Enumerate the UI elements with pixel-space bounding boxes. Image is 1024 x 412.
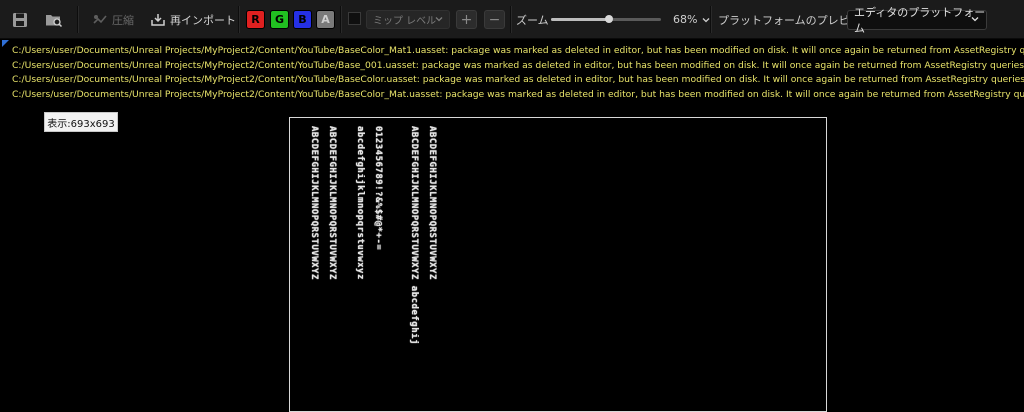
log-line: C:/Users/user/Documents/Unreal Projects/… bbox=[12, 74, 1024, 85]
texture-text-column: ABCDEFGHIJKLMNOPQRSTUVWXYZ bbox=[327, 126, 337, 280]
toolbar-separator bbox=[238, 6, 240, 33]
platform-preview-value: エディタのプラットフォーム bbox=[854, 6, 986, 35]
reimport-icon bbox=[151, 14, 165, 26]
alpha-channel-button[interactable]: A bbox=[316, 10, 335, 29]
zoom-label: ズーム bbox=[516, 13, 549, 27]
log-line: C:/Users/user/Documents/Unreal Projects/… bbox=[12, 59, 1024, 71]
compress-label: 圧縮 bbox=[112, 13, 134, 27]
texture-text-column: ABCDEFGHIJKLMNOPQRSTUVWXYZ abcdefghij bbox=[409, 126, 419, 345]
zoom-out-button[interactable]: − bbox=[484, 10, 505, 29]
mip-level-dropdown[interactable]: ミップ レベル bbox=[366, 10, 450, 29]
platform-preview-dropdown[interactable]: エディタのプラットフォーム bbox=[847, 6, 987, 35]
zoom-slider-thumb[interactable] bbox=[605, 15, 614, 23]
compress-button[interactable]: 圧縮 bbox=[92, 0, 134, 39]
compress-icon bbox=[93, 14, 107, 24]
chevron-down-icon bbox=[435, 17, 443, 22]
folder-search-icon[interactable] bbox=[43, 9, 65, 31]
reimport-label: 再インポート bbox=[170, 13, 236, 27]
mip-level-checkbox[interactable] bbox=[348, 12, 361, 25]
zoom-value: 68% bbox=[673, 13, 698, 26]
save-icon[interactable] bbox=[9, 9, 31, 31]
green-channel-button[interactable]: G bbox=[270, 10, 289, 29]
viewport-corner-marker bbox=[2, 40, 9, 47]
texture-text-column: ABCDEFGHIJKLMNOPQRSTUVWXYZ bbox=[427, 126, 437, 280]
toolbar-separator bbox=[340, 6, 342, 33]
texture-preview: ABCDEFGHIJKLMNOPQRSTUVWXYZ ABCDEFGHIJKLM… bbox=[289, 117, 827, 412]
mip-level-label: ミップ レベル bbox=[373, 16, 437, 27]
message-log: C:/Users/user/Documents/Unreal Projects/… bbox=[12, 44, 1024, 102]
red-channel-button[interactable]: R bbox=[246, 10, 265, 29]
texture-viewport[interactable]: C:/Users/user/Documents/Unreal Projects/… bbox=[0, 40, 1024, 412]
toolbar-separator bbox=[77, 6, 79, 33]
zoom-slider[interactable] bbox=[551, 15, 661, 23]
blue-channel-button[interactable]: B bbox=[293, 10, 312, 29]
toolbar-separator bbox=[710, 6, 712, 33]
texture-text-column: abcdefghijklmnopqrstuvwxyz bbox=[355, 126, 365, 280]
chevron-down-icon bbox=[971, 17, 979, 22]
zoom-in-button[interactable]: + bbox=[456, 10, 477, 29]
zoom-slider-fill bbox=[551, 18, 610, 21]
texture-text-column: ABCDEFGHIJKLMNOPQRSTUVWXYZ bbox=[309, 126, 319, 280]
log-line: C:/Users/user/Documents/Unreal Projects/… bbox=[12, 45, 1024, 56]
display-size-tooltip: 表示:693x693 bbox=[44, 112, 118, 132]
reimport-button[interactable]: 再インポート bbox=[150, 0, 236, 39]
log-line: C:/Users/user/Documents/Unreal Projects/… bbox=[12, 88, 1024, 100]
toolbar-separator bbox=[510, 6, 512, 33]
texture-text-column: 0123456789!?&%$#@*+-= bbox=[373, 126, 383, 251]
texture-editor-toolbar: 圧縮 再インポート R G B A ミップ レベル + − ズーム 68% プラ… bbox=[0, 0, 1024, 39]
